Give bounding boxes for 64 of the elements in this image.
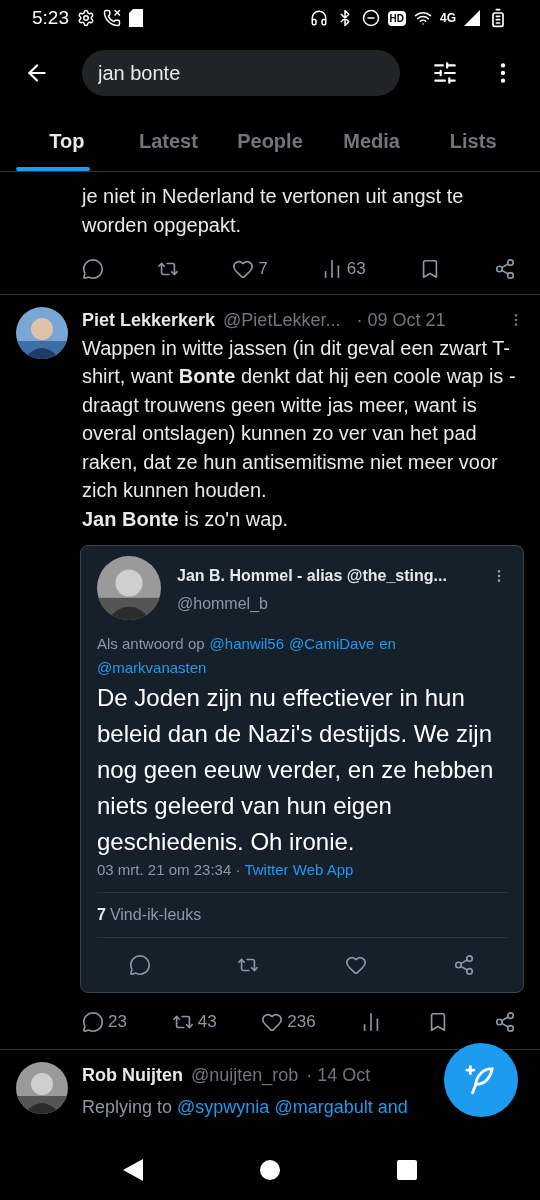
reply-button[interactable]: 23 bbox=[82, 1009, 127, 1035]
headphones-icon bbox=[309, 9, 328, 27]
heart-icon bbox=[345, 954, 367, 976]
search-field[interactable]: jan bonte bbox=[82, 50, 400, 96]
phone-icon bbox=[103, 9, 121, 27]
author-handle: @hommel_b bbox=[177, 594, 269, 614]
tweet-text: Wappen in witte jassen (in dit geval een zwart T-shirt, want Bonte denkt dat hij een coole wap is - draagt trouwens geen witte jas meer, want is overal ontslagen) kunnen zo ver van het pad raken, dat ze hun antisemitisme niet meer voor zich kunnen houden. bbox=[82, 335, 517, 503]
retweet-button[interactable]: 43 bbox=[171, 1009, 217, 1035]
settings-icon bbox=[77, 9, 95, 27]
reply-button[interactable] bbox=[129, 954, 151, 976]
share-button[interactable] bbox=[493, 257, 516, 280]
like-button[interactable] bbox=[345, 954, 367, 976]
clock: 5:23 bbox=[32, 5, 69, 30]
tab[interactable]: People bbox=[219, 110, 321, 171]
tab[interactable]: Top bbox=[16, 110, 118, 171]
tweet-text: Jan Bonte is zo'n wap. bbox=[82, 506, 290, 532]
share-icon bbox=[493, 257, 516, 280]
source-link[interactable]: Twitter Web App bbox=[244, 860, 354, 880]
like-button[interactable]: 236 bbox=[261, 1009, 316, 1035]
mention-link[interactable]: @CamiDave bbox=[289, 632, 375, 656]
share-button[interactable] bbox=[493, 1010, 516, 1033]
tweet-date: · 14 Oct bbox=[306, 1063, 371, 1087]
quote-date: 03 mrt. 21 om 23:34 · bbox=[97, 860, 241, 880]
quoted-tweet-card[interactable] bbox=[80, 545, 524, 993]
reply-label: Replying to bbox=[82, 1095, 173, 1119]
author-name: Jan B. Hommel - alias @the_sting... bbox=[177, 566, 447, 586]
sd-card-icon bbox=[129, 9, 143, 27]
mention-link[interactable]: @margabult bbox=[274, 1092, 373, 1121]
do-not-disturb-icon bbox=[361, 9, 380, 27]
mention-link[interactable]: en bbox=[379, 632, 396, 656]
author-handle: @PietLekker... bbox=[223, 308, 341, 332]
reply-icon bbox=[82, 1010, 104, 1033]
quoted-text: De Joden zijn nu effectiever in hun beleid dan de Nazi's destijds. We zijn nog geen eeuw verder, en ze hebben niets geleerd van hun eigen geschiedenis. Oh ironie. bbox=[97, 683, 495, 857]
share-icon bbox=[453, 954, 475, 976]
tweet-date: · 09 Oct 21 bbox=[356, 308, 446, 332]
recents-nav-icon[interactable] bbox=[397, 1160, 418, 1180]
wifi-icon bbox=[414, 9, 432, 27]
author-name: Rob Nuijten bbox=[82, 1063, 183, 1087]
mention-link[interactable]: @markvanasten bbox=[97, 656, 207, 680]
tweet-text: je niet in Nederland te vertonen uit angst te worden opgepakt. bbox=[82, 184, 465, 238]
reply-button[interactable] bbox=[82, 257, 104, 280]
views-button[interactable]: 63 bbox=[320, 256, 366, 282]
hd-badge: HD bbox=[387, 10, 406, 26]
home-nav-icon[interactable] bbox=[260, 1160, 280, 1180]
mention-link[interactable]: @hanwil56 bbox=[209, 632, 284, 656]
share-button[interactable] bbox=[453, 954, 475, 976]
back-nav-icon[interactable] bbox=[122, 1159, 143, 1181]
tab[interactable]: Lists bbox=[422, 110, 524, 171]
tab[interactable]: Media bbox=[320, 110, 423, 171]
like-button[interactable]: 7 bbox=[232, 256, 268, 282]
reply-icon bbox=[129, 954, 151, 976]
reply-icon bbox=[82, 257, 104, 280]
likes-label: Vind-ik-leuks bbox=[109, 905, 202, 925]
filter-icon[interactable] bbox=[432, 60, 458, 86]
likes-count: 7 bbox=[97, 905, 106, 925]
mention-link[interactable]: @sypwynia bbox=[177, 1092, 270, 1121]
tab[interactable]: Latest bbox=[117, 110, 220, 171]
reply-label: Als antwoord op bbox=[97, 634, 205, 654]
network-label: 4G bbox=[440, 10, 456, 27]
signal-icon bbox=[464, 10, 480, 26]
author-handle: @nuijten_rob bbox=[191, 1063, 299, 1088]
author-name: Piet Lekkerkerk bbox=[82, 308, 216, 332]
mention-link[interactable]: and bbox=[377, 1092, 408, 1121]
share-icon bbox=[493, 1010, 516, 1033]
